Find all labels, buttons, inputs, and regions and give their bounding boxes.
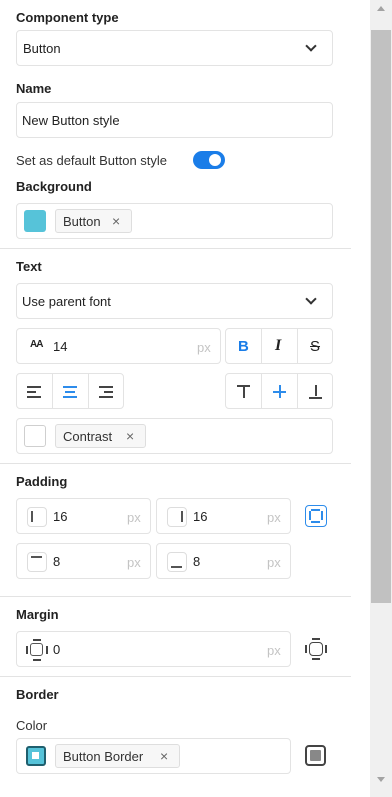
default-style-label: Set as default Button style (16, 153, 168, 168)
margin-value: 0 (53, 642, 61, 657)
remove-token-icon[interactable]: × (160, 748, 168, 764)
margin-input[interactable]: 0 px (16, 631, 291, 667)
font-size-input[interactable]: AA 14 px (16, 328, 221, 364)
bold-button[interactable]: B (238, 338, 249, 355)
background-swatch[interactable] (24, 210, 46, 232)
padding-left-icon (27, 507, 47, 527)
chevron-down-icon (305, 293, 317, 305)
align-right-icon[interactable] (89, 374, 124, 410)
padding-bottom-icon (167, 552, 187, 572)
align-left-icon[interactable] (17, 374, 52, 410)
font-size-value: 14 (53, 339, 68, 354)
padding-label: Padding (16, 474, 68, 489)
italic-button[interactable]: I (275, 337, 281, 355)
strikethrough-button[interactable]: S (310, 338, 320, 355)
chevron-down-icon (305, 40, 317, 52)
font-size-unit: px (197, 340, 211, 355)
scroll-up-arrow-icon[interactable] (377, 6, 385, 11)
font-select[interactable]: Use parent font (16, 283, 333, 319)
padding-top-value: 8 (53, 554, 61, 569)
name-input-value: New Button style (22, 113, 120, 128)
padding-left-value: 16 (53, 509, 68, 524)
padding-link-icon[interactable] (305, 505, 327, 527)
font-value: Use parent font (22, 294, 111, 309)
background-token-chip: Button × (55, 209, 132, 233)
padding-right-icon (167, 507, 187, 527)
scrollbar-thumb[interactable] (371, 30, 391, 603)
background-color-field[interactable]: Button × (16, 203, 333, 239)
border-style-icon[interactable] (305, 745, 326, 766)
style-editor-panel: Component type Button Name New Button st… (0, 0, 370, 797)
text-align-group (16, 373, 124, 409)
toggle-knob (209, 154, 221, 166)
padding-right-input[interactable]: 16 px (156, 498, 291, 534)
scroll-down-arrow-icon[interactable] (377, 777, 385, 782)
padding-left-input[interactable]: 16 px (16, 498, 151, 534)
padding-top-input[interactable]: 8 px (16, 543, 151, 579)
text-color-token-label: Contrast (63, 429, 113, 444)
segment-divider (261, 329, 262, 363)
margin-unit: px (267, 643, 281, 658)
text-color-token-chip: Contrast × (55, 424, 146, 448)
remove-token-icon[interactable]: × (126, 428, 134, 444)
padding-bottom-value: 8 (193, 554, 201, 569)
font-size-icon: AA (30, 339, 43, 350)
align-center-icon[interactable] (53, 374, 88, 410)
padding-right-value: 16 (193, 509, 208, 524)
margin-label: Margin (16, 607, 59, 622)
border-token-chip: Button Border × (55, 744, 180, 768)
align-bottom-icon[interactable] (298, 374, 333, 410)
remove-token-icon[interactable]: × (112, 213, 120, 229)
name-input[interactable]: New Button style (16, 102, 333, 138)
divider (0, 596, 351, 597)
padding-unit: px (267, 555, 281, 570)
name-label: Name (16, 81, 52, 96)
border-color-swatch[interactable] (26, 746, 46, 766)
align-middle-icon[interactable] (262, 374, 297, 410)
padding-unit: px (127, 510, 141, 525)
text-color-field[interactable]: Contrast × (16, 418, 333, 454)
component-type-select[interactable]: Button (16, 30, 333, 66)
margin-link-icon[interactable] (305, 638, 327, 660)
component-type-value: Button (23, 41, 61, 56)
padding-top-icon (27, 552, 47, 572)
border-color-field[interactable]: Button Border × (16, 738, 291, 774)
component-type-label: Component type (16, 10, 119, 25)
segment-divider (297, 329, 298, 363)
text-style-group: B I S (225, 328, 333, 364)
text-label: Text (16, 259, 42, 274)
divider (0, 248, 351, 249)
padding-unit: px (267, 510, 281, 525)
border-color-label: Color (16, 718, 48, 733)
padding-unit: px (127, 555, 141, 570)
text-color-swatch[interactable] (24, 425, 46, 447)
default-style-toggle[interactable] (193, 151, 225, 169)
border-label: Border (16, 687, 59, 702)
divider (0, 676, 351, 677)
border-token-label: Button Border (63, 749, 144, 764)
background-label: Background (16, 179, 92, 194)
align-top-icon[interactable] (226, 374, 261, 410)
padding-bottom-input[interactable]: 8 px (156, 543, 291, 579)
divider (0, 463, 351, 464)
vertical-align-group (225, 373, 333, 409)
margin-icon (26, 639, 48, 661)
background-token-label: Button (63, 214, 101, 229)
